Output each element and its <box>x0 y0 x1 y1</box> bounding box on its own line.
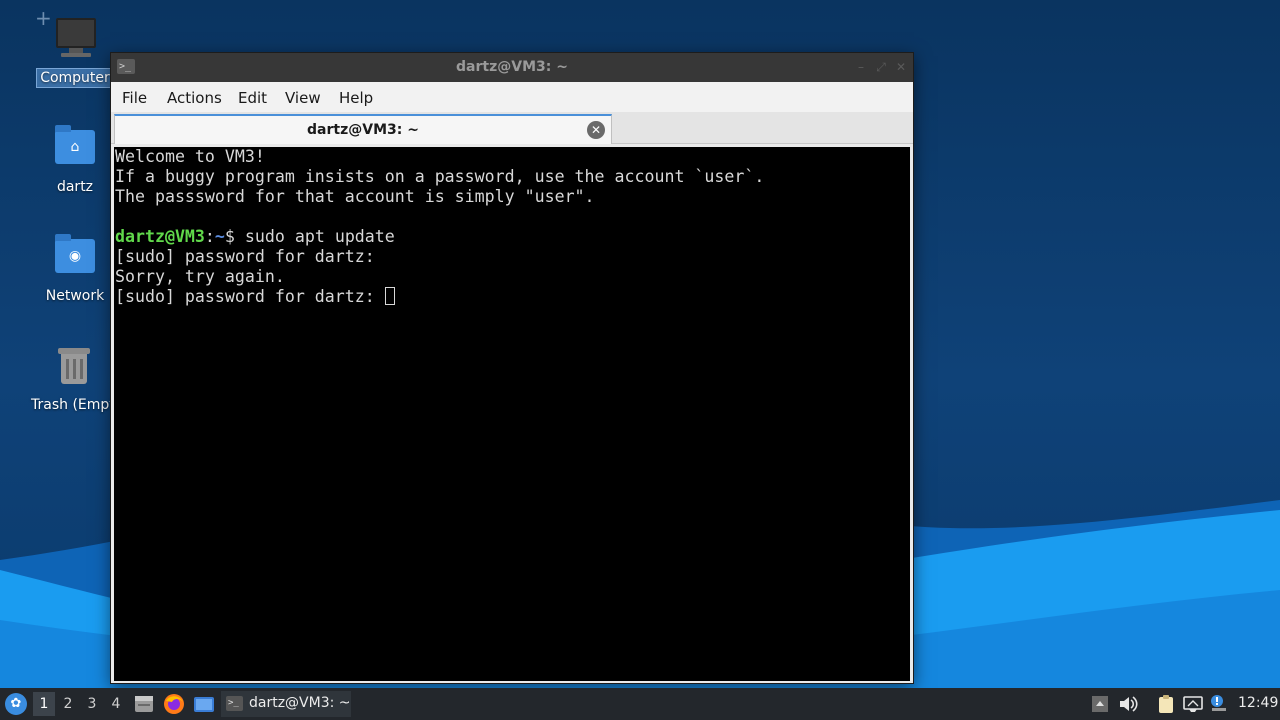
terminal-line: If a buggy program insists on a password… <box>115 167 765 186</box>
desktop-icon-label: Computer <box>36 68 114 88</box>
prompt-separator: : <box>204 227 215 246</box>
taskbar-task-label: dartz@VM3: ~ <box>249 695 351 711</box>
close-button[interactable]: ✕ <box>893 59 909 75</box>
menu-view[interactable]: View <box>285 89 321 107</box>
desktop-icon-trash[interactable]: Trash (Empt <box>18 342 118 414</box>
whisker-menu-icon[interactable]: ✿ <box>5 693 27 715</box>
home-folder-icon: ⌂ <box>51 124 99 172</box>
terminal-tab[interactable]: dartz@VM3: ~ ✕ <box>114 114 612 144</box>
window-title: dartz@VM3: ~ <box>456 59 568 75</box>
prompt-symbol: $ <box>224 227 235 246</box>
workspace-4[interactable]: 4 <box>105 692 127 716</box>
terminal-line: Sorry, try again. <box>115 267 285 286</box>
menu-help[interactable]: Help <box>339 89 373 107</box>
notification-icon[interactable] <box>1208 693 1230 715</box>
firefox-icon[interactable] <box>163 693 185 715</box>
tab-strip: dartz@VM3: ~ ✕ <box>111 112 913 144</box>
terminal-line: The passsword for that account is simply… <box>115 187 595 206</box>
terminal-window: >_ dartz@VM3: ~ – ⤢ ✕ File Actions Edit … <box>110 52 914 684</box>
password-prompt-line: [sudo] password for dartz: <box>115 287 910 307</box>
password-prompt-text: [sudo] password for dartz: <box>115 287 385 306</box>
computer-icon <box>51 14 99 62</box>
desktop-icon-label: Trash (Empt <box>31 397 115 413</box>
window-titlebar[interactable]: >_ dartz@VM3: ~ – ⤢ ✕ <box>111 53 913 82</box>
desktop-icon-label: Network <box>45 288 105 304</box>
prompt-user-host: dartz@VM3 <box>115 227 205 246</box>
network-icon[interactable] <box>1182 693 1204 715</box>
workspace-2[interactable]: 2 <box>57 692 79 716</box>
terminal-icon: >_ <box>226 696 243 711</box>
tab-close-icon[interactable]: ✕ <box>587 121 605 139</box>
network-folder-icon: ◉ <box>51 233 99 281</box>
menubar: File Actions Edit View Help <box>111 82 913 112</box>
clipboard-icon[interactable] <box>1155 693 1177 715</box>
menu-actions[interactable]: Actions <box>167 89 222 107</box>
terminal-output[interactable]: Welcome to VM3! If a buggy program insis… <box>114 147 910 681</box>
maximize-button[interactable]: ⤢ <box>873 59 889 75</box>
tray-expand-icon[interactable] <box>1089 693 1111 715</box>
text-cursor[interactable] <box>384 287 395 305</box>
minimize-button[interactable]: – <box>853 59 869 75</box>
workspace-3[interactable]: 3 <box>81 692 103 716</box>
menu-file[interactable]: File <box>122 89 147 107</box>
taskbar-terminal-button[interactable]: >_ dartz@VM3: ~ <box>221 691 351 717</box>
show-desktop-icon[interactable] <box>193 693 215 715</box>
tab-title: dartz@VM3: ~ <box>307 122 419 138</box>
terminal-line: Welcome to VM3! <box>115 147 265 166</box>
volume-icon[interactable] <box>1117 693 1139 715</box>
terminal-line: [sudo] password for dartz: <box>115 247 375 266</box>
clock[interactable]: 12:49 <box>1238 695 1278 711</box>
prompt-path: ~ <box>214 227 225 246</box>
workspace-1[interactable]: 1 <box>33 692 55 716</box>
menu-edit[interactable]: Edit <box>238 89 267 107</box>
file-manager-icon[interactable] <box>133 693 155 715</box>
taskbar: ✿ 1 2 3 4 >_ dartz@VM3: ~ 12:49 <box>0 688 1280 720</box>
prompt-line: dartz@VM3:~$ sudo apt update <box>115 227 910 247</box>
prompt-command: sudo apt update <box>234 227 395 246</box>
desktop-icon-label: dartz <box>56 179 94 195</box>
trash-icon <box>50 342 98 390</box>
